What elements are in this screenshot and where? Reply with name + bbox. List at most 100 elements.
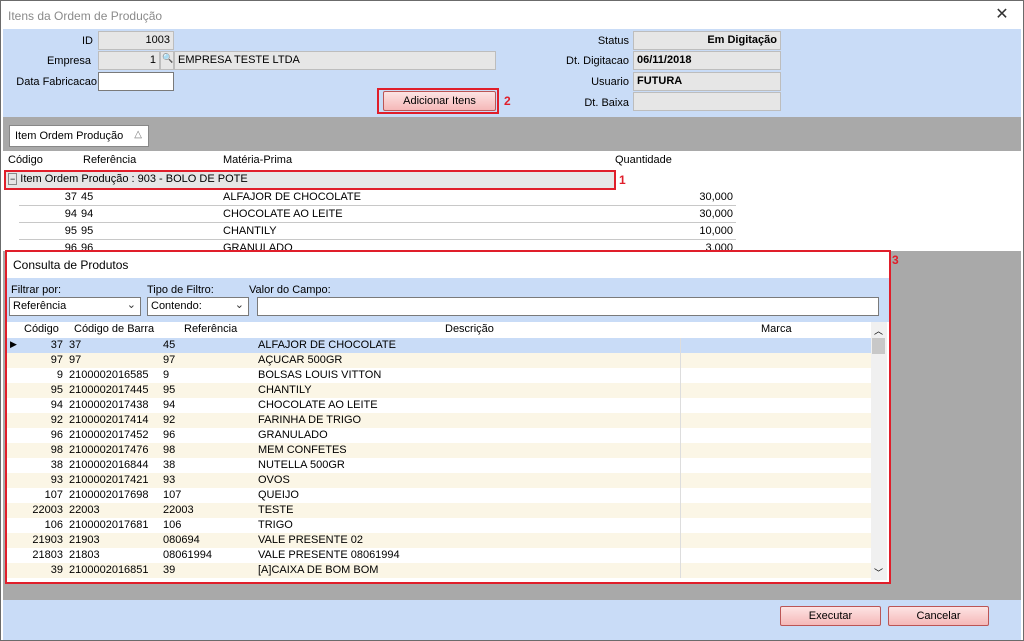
tipo-filtro-value: Contendo: xyxy=(151,300,202,312)
tab-item-ordem-producao[interactable]: Item Ordem Produção △ xyxy=(9,125,149,147)
filter-bar: Filtrar por: Referência ⌄ Tipo de Filtro:… xyxy=(7,278,889,322)
usuario-label: Usuario xyxy=(591,76,629,88)
header-panel: ID 1003 Empresa 1 🔍 EMPRESA TESTE LTDA D… xyxy=(3,29,1021,117)
scroll-up-icon[interactable]: ︿ xyxy=(874,324,883,337)
cell-referencia: 92 xyxy=(163,414,176,426)
list-item[interactable]: 107 2100002017698 107 QUEIJO xyxy=(7,488,871,503)
cell-descricao: CHANTILY xyxy=(258,384,312,396)
consulta-produtos-panel: Consulta de Produtos Filtrar por: Referê… xyxy=(7,252,889,582)
valor-campo-label: Valor do Campo: xyxy=(249,284,331,296)
empresa-name-field: EMPRESA TESTE LTDA xyxy=(174,51,496,70)
list-item[interactable]: ▶ 37 37 45 ALFAJOR DE CHOCOLATE xyxy=(7,338,871,353)
list-item[interactable]: 96 2100002017452 96 GRANULADO xyxy=(7,428,871,443)
cell-descricao: VALE PRESENTE 02 xyxy=(258,534,363,546)
cell-referencia: 106 xyxy=(163,519,182,531)
tipo-filtro-label: Tipo de Filtro: xyxy=(147,284,214,296)
list-item[interactable]: 21803 21803 08061994 VALE PRESENTE 0806199… xyxy=(7,548,871,563)
cell-descricao: AÇUCAR 500GR xyxy=(258,354,343,366)
table-row[interactable]: 95 95 CHANTILY 10,000 xyxy=(19,223,736,240)
scroll-down-icon[interactable]: ﹀ xyxy=(874,566,883,579)
cell-descricao: NUTELLA 500GR xyxy=(258,459,345,471)
empresa-code-field[interactable]: 1 xyxy=(98,51,160,70)
cell-descricao: [A]CAIXA DE BOM BOM xyxy=(258,564,379,576)
dt-digitacao-field: 06/11/2018 xyxy=(633,51,781,70)
collapse-minus-icon[interactable]: − xyxy=(8,173,18,185)
col-header-descricao[interactable]: Descrição xyxy=(445,323,494,335)
data-fabricacao-label: Data Fabricacao xyxy=(16,76,97,88)
list-item[interactable]: 94 2100002017438 94 CHOCOLATE AO LEITE xyxy=(7,398,871,413)
list-item[interactable]: 97 97 97 AÇUCAR 500GR xyxy=(7,353,871,368)
cell-codigo-barra: 97 xyxy=(69,354,82,366)
list-item[interactable]: 98 2100002017476 98 MEM CONFETES xyxy=(7,443,871,458)
col-header-codigo[interactable]: Código xyxy=(24,323,59,335)
list-item[interactable]: 106 2100002017681 106 TRIGO xyxy=(7,518,871,533)
valor-campo-input[interactable] xyxy=(257,297,879,316)
col-header-materia-prima[interactable]: Matéria-Prima xyxy=(223,154,292,166)
cell-referencia: 08061994 xyxy=(163,549,212,561)
cell-descricao: VALE PRESENTE 08061994 xyxy=(258,549,400,561)
cell-referencia: 080694 xyxy=(163,534,200,546)
scroll-thumb[interactable] xyxy=(872,338,885,354)
col-header-quantidade[interactable]: Quantidade xyxy=(615,154,672,166)
cell-codigo: 96 xyxy=(50,429,63,441)
cell-referencia: 95 xyxy=(81,225,94,237)
list-item[interactable]: 22003 22003 22003 TESTE xyxy=(7,503,871,518)
cell-referencia: 94 xyxy=(163,399,176,411)
cell-descricao: BOLSAS LOUIS VITTON xyxy=(258,369,382,381)
list-item[interactable]: 21903 21903 080694 VALE PRESENTE 02 xyxy=(7,533,871,548)
cell-referencia: 9 xyxy=(163,369,170,381)
group-label: Item Ordem Produção : 903 - BOLO DE POTE xyxy=(20,173,248,185)
id-field: 1003 xyxy=(98,31,174,50)
cell-codigo-barra: 37 xyxy=(69,339,82,351)
list-item[interactable]: 92 2100002017414 92 FARINHA DE TRIGO xyxy=(7,413,871,428)
cell-codigo: 93 xyxy=(50,474,63,486)
cell-codigo-barra: 2100002017445 xyxy=(69,384,149,396)
chevron-down-icon: ⌄ xyxy=(126,299,136,311)
empresa-label: Empresa xyxy=(46,55,91,67)
consulta-title: Consulta de Produtos xyxy=(13,258,129,272)
list-item[interactable]: 93 2100002017421 93 OVOS xyxy=(7,473,871,488)
column-divider xyxy=(680,398,681,413)
filtrar-por-select[interactable]: Referência ⌄ xyxy=(9,297,141,316)
annotation-number-2: 2 xyxy=(504,94,511,108)
cancelar-button[interactable]: Cancelar xyxy=(888,606,989,626)
table-row[interactable]: 37 45 ALFAJOR DE CHOCOLATE 30,000 xyxy=(19,189,736,206)
cell-codigo-barra: 21903 xyxy=(69,534,100,546)
annotation-number-1: 1 xyxy=(619,173,626,187)
column-divider xyxy=(680,413,681,428)
cell-codigo: 98 xyxy=(50,444,63,456)
list-item[interactable]: 9 2100002016585 9 BOLSAS LOUIS VITTON xyxy=(7,368,871,383)
cell-referencia: 39 xyxy=(163,564,176,576)
status-label: Status xyxy=(597,35,629,47)
close-icon[interactable]: ✕ xyxy=(986,4,1018,26)
cell-codigo: 94 xyxy=(64,208,77,220)
col-header-referencia[interactable]: Referência xyxy=(184,323,237,335)
list-item[interactable]: 38 2100002016844 38 NUTELLA 500GR xyxy=(7,458,871,473)
table-row[interactable]: 94 94 CHOCOLATE AO LEITE 30,000 xyxy=(19,206,736,223)
tipo-filtro-select[interactable]: Contendo: ⌄ xyxy=(147,297,249,316)
col-header-marca[interactable]: Marca xyxy=(761,323,792,335)
cell-quantidade: 30,000 xyxy=(699,208,733,220)
cell-codigo-barra: 2100002016585 xyxy=(69,369,149,381)
data-fabricacao-input[interactable] xyxy=(98,72,174,91)
group-row[interactable]: − Item Ordem Produção : 903 - BOLO DE POT… xyxy=(4,172,614,188)
cell-referencia: 22003 xyxy=(163,504,194,516)
col-header-referencia[interactable]: Referência xyxy=(83,154,136,166)
cell-codigo-barra: 2100002017414 xyxy=(69,414,149,426)
list-item[interactable]: 39 2100002016851 39 [A]CAIXA DE BOM BOM xyxy=(7,563,871,578)
cell-descricao: ALFAJOR DE CHOCOLATE xyxy=(258,339,396,351)
cell-referencia: 38 xyxy=(163,459,176,471)
adicionar-itens-button[interactable]: Adicionar Itens xyxy=(383,91,496,111)
dt-baixa-field xyxy=(633,92,781,111)
cell-descricao: OVOS xyxy=(258,474,290,486)
vertical-scrollbar[interactable]: ︿ ﹀ xyxy=(871,322,887,580)
executar-button[interactable]: Executar xyxy=(780,606,881,626)
lookup-search-icon[interactable]: 🔍 xyxy=(160,51,174,70)
cell-referencia: 96 xyxy=(163,429,176,441)
cell-quantidade: 10,000 xyxy=(699,225,733,237)
cell-descricao: MEM CONFETES xyxy=(258,444,347,456)
cell-codigo: 37 xyxy=(50,339,63,351)
col-header-codigo-barra[interactable]: Código de Barra xyxy=(74,323,154,335)
list-item[interactable]: 95 2100002017445 95 CHANTILY xyxy=(7,383,871,398)
col-header-codigo[interactable]: Código xyxy=(8,154,43,166)
